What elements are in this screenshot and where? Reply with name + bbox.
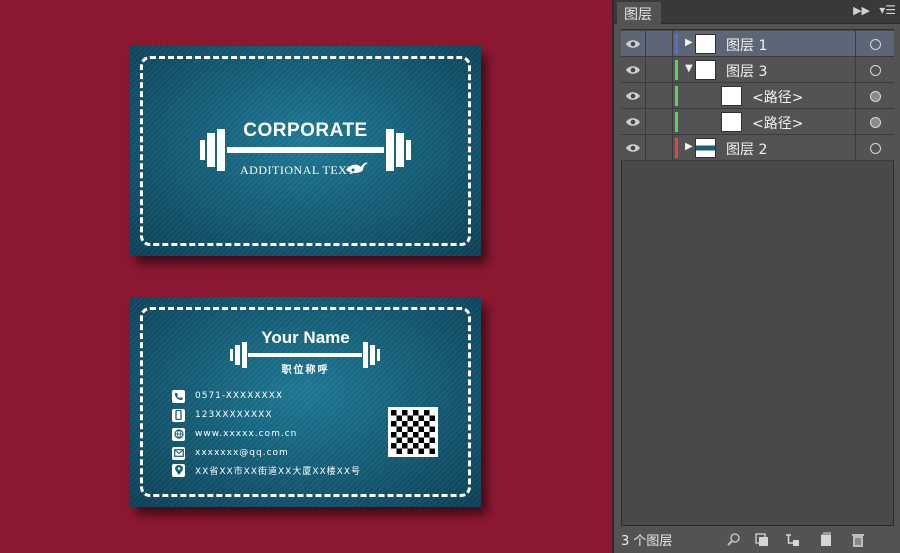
bird-logo-icon — [346, 162, 368, 173]
target-toggle[interactable] — [855, 83, 894, 109]
target-circle-icon — [869, 116, 881, 128]
layer-color-bar — [675, 34, 678, 54]
panel-footer: 3 个图层 — [614, 527, 900, 553]
contact-text: 0571-XXXXXXXX — [195, 391, 284, 401]
expand-arrow-icon[interactable]: ▶ — [685, 141, 693, 152]
visibility-eye-icon[interactable] — [621, 83, 646, 109]
mobile-icon — [172, 408, 185, 422]
target-toggle[interactable] — [855, 31, 894, 57]
layers-panel: 图层 ▶▶ ▾☰ ▶ 图层 1 ▼ 图层 3 <路径> <路径> ▶ 图层 2 … — [612, 0, 900, 553]
panel-tab-bar: 图层 ▶▶ ▾☰ — [614, 0, 900, 24]
person-name: Your Name — [261, 328, 350, 347]
visibility-eye-icon[interactable] — [621, 31, 646, 57]
target-toggle[interactable] — [855, 109, 894, 135]
layer-name[interactable]: 图层 2 — [726, 139, 767, 159]
business-card-front[interactable]: CORPORATE ADDITIONAL TEXT — [130, 46, 481, 256]
job-title: 职位称呼 — [281, 365, 330, 376]
contact-web: www.xxxxx.com.cn — [172, 427, 297, 441]
layer-color-bar — [675, 60, 678, 80]
tab-layers[interactable]: 图层 — [617, 2, 661, 24]
contact-mobile: 123XXXXXXXX — [172, 408, 273, 422]
lock-toggle[interactable] — [646, 57, 673, 83]
lock-toggle[interactable] — [646, 83, 673, 109]
lock-toggle[interactable] — [646, 31, 673, 57]
business-card-back[interactable]: Your Name 职位称呼 0571-XXXXXXXX 123XXXXXXXX… — [130, 297, 481, 507]
qr-code — [388, 407, 438, 457]
visibility-eye-icon[interactable] — [621, 135, 646, 161]
layer-thumbnail — [721, 86, 742, 106]
mail-icon — [172, 446, 185, 460]
panel-menu-icon[interactable]: ▾☰ — [879, 3, 896, 17]
target-toggle[interactable] — [855, 135, 894, 161]
location-icon — [172, 463, 185, 477]
contact-mail: xxxxxxx@qq.com — [172, 446, 289, 460]
visibility-eye-icon[interactable] — [621, 57, 646, 83]
lock-toggle[interactable] — [646, 135, 673, 161]
contact-address: XX省XX市XX街道XX大厦XX楼XX号 — [172, 463, 361, 477]
layer-row[interactable]: ▶ 图层 1 — [621, 31, 894, 57]
layer-row[interactable]: <路径> — [621, 83, 894, 109]
additional-text: ADDITIONAL TEXT — [240, 163, 356, 177]
layer-color-bar — [675, 86, 678, 106]
contact-phone: 0571-XXXXXXXX — [172, 389, 283, 403]
layer-color-bar — [675, 138, 678, 158]
locate-object-icon[interactable] — [726, 532, 742, 548]
layer-list: ▶ 图层 1 ▼ 图层 3 <路径> <路径> ▶ 图层 2 — [621, 31, 894, 161]
new-layer-icon[interactable] — [818, 532, 834, 548]
qr-pattern — [391, 410, 435, 454]
layer-thumbnail — [695, 34, 716, 54]
layer-thumbnail — [721, 112, 742, 132]
target-circle-icon — [869, 38, 881, 50]
layer-name[interactable]: 图层 1 — [726, 35, 767, 55]
expand-arrow-icon[interactable]: ▶ — [685, 37, 693, 48]
contact-text: xxxxxxx@qq.com — [195, 448, 289, 458]
delete-icon[interactable] — [850, 532, 866, 548]
contact-text: XX省XX市XX街道XX大厦XX楼XX号 — [195, 466, 361, 477]
layer-row[interactable]: ▶ 图层 2 — [621, 135, 894, 161]
target-circle-icon — [869, 64, 881, 76]
contact-text: www.xxxxx.com.cn — [195, 429, 298, 439]
layer-row[interactable]: <路径> — [621, 109, 894, 135]
collapse-panel-icon[interactable]: ▶▶ — [853, 4, 870, 17]
clipping-mask-icon[interactable] — [754, 532, 770, 548]
target-circle-icon — [869, 142, 881, 154]
layer-thumbnail — [695, 138, 716, 158]
artboard-canvas[interactable]: CORPORATE ADDITIONAL TEXT Your Name 职位称呼… — [0, 0, 612, 553]
layer-name[interactable]: 图层 3 — [726, 61, 767, 81]
new-sublayer-icon[interactable] — [784, 532, 800, 548]
phone-icon — [172, 389, 185, 403]
layer-name[interactable]: <路径> — [752, 87, 803, 107]
layer-name[interactable]: <路径> — [752, 113, 803, 133]
layer-row[interactable]: ▼ 图层 3 — [621, 57, 894, 83]
brand-name: CORPORATE — [243, 120, 368, 141]
layer-count: 3 个图层 — [621, 534, 673, 549]
web-icon — [172, 427, 185, 441]
target-circle-icon — [869, 90, 881, 102]
lock-toggle[interactable] — [646, 109, 673, 135]
target-toggle[interactable] — [855, 57, 894, 83]
layer-color-bar — [675, 112, 678, 132]
visibility-eye-icon[interactable] — [621, 109, 646, 135]
collapse-arrow-icon[interactable]: ▼ — [685, 63, 693, 74]
layer-thumbnail — [695, 60, 716, 80]
contact-text: 123XXXXXXXX — [195, 410, 273, 420]
